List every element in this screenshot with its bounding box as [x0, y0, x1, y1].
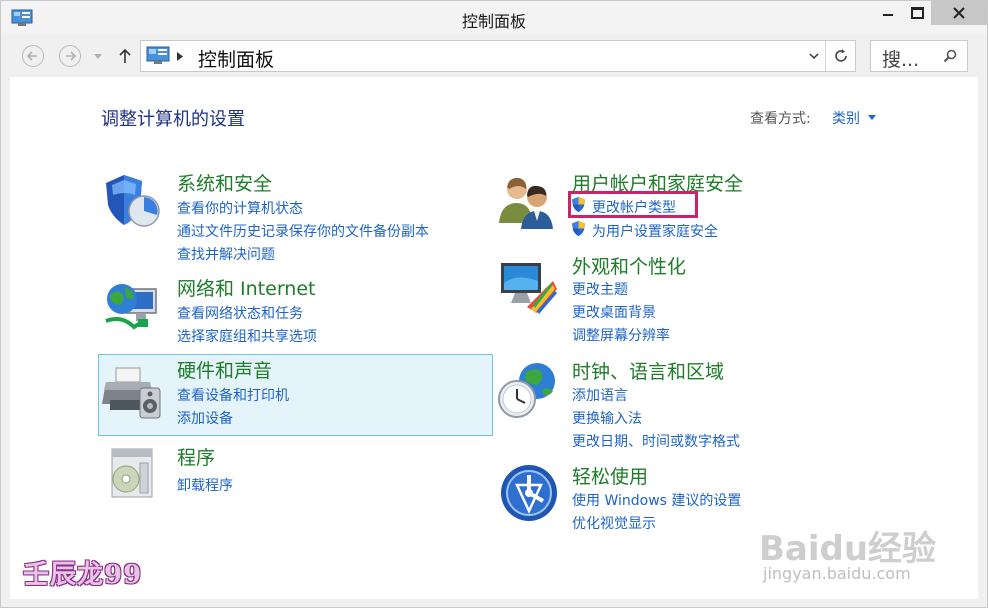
- programs-icon: [111, 448, 153, 498]
- users-icon: [499, 177, 553, 229]
- accessibility-icon: [501, 465, 557, 521]
- link-optimize-visual-display[interactable]: 优化视觉显示: [572, 513, 656, 533]
- chevron-down-icon[interactable]: [868, 115, 876, 120]
- minimize-button[interactable]: [873, 1, 903, 25]
- uac-shield-icon: [572, 221, 585, 236]
- category-title-system-security[interactable]: 系统和安全: [177, 169, 272, 196]
- forward-button[interactable]: [59, 45, 81, 67]
- link-change-date-time-format[interactable]: 更改日期、时间或数字格式: [572, 431, 740, 451]
- maximize-button[interactable]: [903, 1, 931, 25]
- link-view-computer-status[interactable]: 查看你的计算机状态: [177, 198, 303, 218]
- link-family-safety[interactable]: 为用户设置家庭安全: [592, 221, 718, 241]
- link-troubleshoot[interactable]: 查找并解决问题: [177, 244, 275, 264]
- annotation-highlight-box: [568, 191, 698, 218]
- link-add-language[interactable]: 添加语言: [572, 385, 628, 405]
- category-title-clock-language-region[interactable]: 时钟、语言和区域: [572, 357, 724, 384]
- view-by-dropdown[interactable]: 类别: [832, 108, 860, 128]
- recent-locations-dropdown-icon[interactable]: [94, 54, 102, 59]
- chevron-down-icon[interactable]: [809, 53, 819, 60]
- close-button[interactable]: [931, 1, 987, 25]
- category-title-appearance[interactable]: 外观和个性化: [572, 252, 686, 279]
- network-icon: [105, 284, 157, 330]
- refresh-button[interactable]: [825, 41, 856, 71]
- search-icon[interactable]: [943, 49, 957, 63]
- baidu-jingyan-watermark: Baidu经验: [759, 529, 937, 569]
- search-input[interactable]: 搜...: [882, 45, 919, 72]
- category-title-ease-of-access[interactable]: 轻松使用: [572, 462, 648, 489]
- maximize-icon: [911, 7, 924, 19]
- close-icon: [953, 7, 965, 19]
- link-homegroup-sharing[interactable]: 选择家庭组和共享选项: [177, 326, 317, 346]
- category-title-hardware-sound[interactable]: 硬件和声音: [177, 356, 272, 383]
- link-windows-suggested-settings[interactable]: 使用 Windows 建议的设置: [572, 490, 741, 510]
- navigation-bar: 控制面板 搜...: [1, 35, 987, 77]
- link-add-device[interactable]: 添加设备: [177, 408, 233, 428]
- title-bar[interactable]: 控制面板: [1, 1, 987, 35]
- link-uninstall-program[interactable]: 卸载程序: [177, 475, 233, 495]
- address-bar[interactable]: 控制面板: [140, 40, 856, 72]
- link-devices-printers[interactable]: 查看设备和打印机: [177, 385, 289, 405]
- shield-icon: [106, 175, 160, 227]
- page-title: 调整计算机的设置: [101, 109, 245, 130]
- minimize-icon: [883, 14, 893, 16]
- link-file-history-backup[interactable]: 通过文件历史记录保存你的文件备份副本: [177, 221, 429, 241]
- address-breadcrumb[interactable]: 控制面板: [198, 45, 274, 72]
- window-title: 控制面板: [461, 12, 526, 31]
- printer-icon: [102, 367, 161, 419]
- arrow-right-icon: [66, 51, 77, 61]
- author-watermark: 壬辰龙99: [23, 560, 143, 590]
- back-button[interactable]: [22, 45, 44, 67]
- control-panel-window: 控制面板 控制面板 搜... 调整计算机的设置 查看方式: 类别 系统和安全 查…: [0, 0, 988, 608]
- link-adjust-resolution[interactable]: 调整屏幕分辨率: [572, 325, 670, 345]
- up-arrow-icon[interactable]: [118, 48, 132, 64]
- clock-globe-icon: [498, 363, 555, 418]
- link-network-status-tasks[interactable]: 查看网络状态和任务: [177, 303, 303, 323]
- link-change-desktop-background[interactable]: 更改桌面背景: [572, 302, 656, 322]
- watermark-url: jingyan.baidu.com: [763, 564, 911, 583]
- breadcrumb-chevron-icon[interactable]: [177, 52, 183, 61]
- search-box[interactable]: 搜...: [870, 40, 968, 72]
- category-title-network-internet[interactable]: 网络和 Internet: [177, 274, 315, 301]
- monitor-palette-icon: [501, 263, 557, 314]
- arrow-left-icon: [26, 51, 37, 61]
- refresh-icon: [835, 49, 847, 62]
- link-change-input-method[interactable]: 更换输入法: [572, 408, 642, 428]
- link-change-theme[interactable]: 更改主题: [572, 279, 628, 299]
- view-by-label: 查看方式:: [750, 111, 811, 127]
- control-panel-icon: [146, 46, 170, 64]
- category-title-programs[interactable]: 程序: [177, 443, 215, 470]
